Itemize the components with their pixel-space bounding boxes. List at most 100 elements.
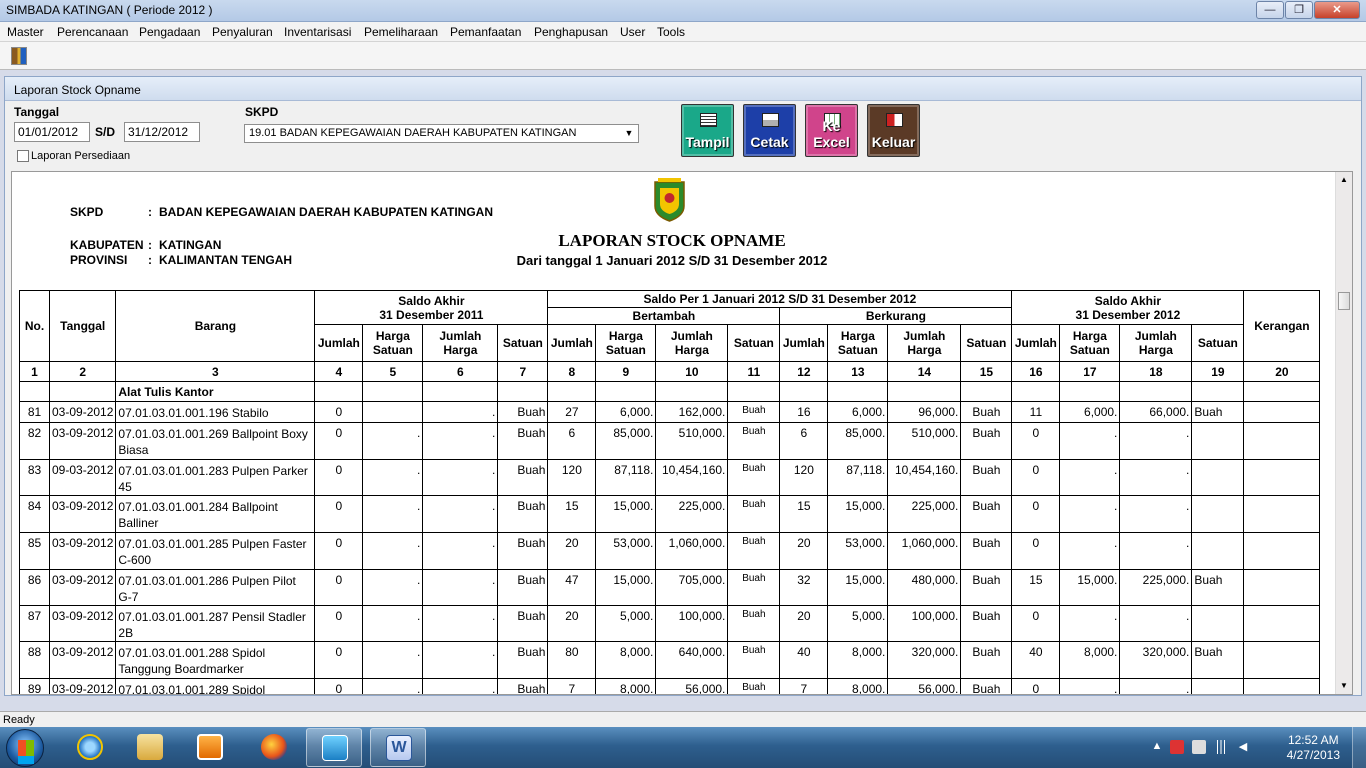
cell-aj: 0 — [314, 532, 364, 570]
scroll-up-icon[interactable]: ▲ — [1336, 172, 1352, 188]
cell-tgl: 03-09-2012 — [48, 422, 117, 460]
report-preview[interactable]: SKPD : BADAN KEPEGAWAIAN DAERAH KABUPATE… — [11, 171, 1353, 695]
cell-ah: . — [362, 459, 424, 496]
cell-ajh: . — [422, 532, 499, 570]
column-number: 16 — [1011, 361, 1061, 382]
th-jumlah-harga-line: Jumlah — [903, 329, 946, 343]
device-icon[interactable] — [1192, 740, 1206, 754]
exit-door-icon[interactable] — [11, 47, 27, 65]
th-harga-satuan-line: Harga — [1072, 329, 1107, 343]
close-button[interactable]: ✕ — [1314, 1, 1360, 19]
cell-bs: Buah — [727, 569, 781, 606]
cell-ajh: . — [422, 422, 499, 460]
menu-master[interactable]: Master — [7, 25, 44, 39]
cell-ks: Buah — [960, 422, 1013, 460]
cell-as: Buah — [497, 532, 549, 570]
th-jumlah: Jumlah — [1011, 324, 1061, 362]
column-number: 3 — [115, 361, 316, 382]
skpd-select[interactable]: 19.01 BADAN KEPEGAWAIAN DAERAH KABUPATEN… — [244, 124, 639, 143]
keluar-button[interactable]: Keluar — [867, 104, 920, 157]
menu-penyaluran[interactable]: Penyaluran — [212, 25, 273, 39]
menu-tools[interactable]: Tools — [657, 25, 685, 39]
cell-kerangan — [1243, 569, 1321, 606]
menu-user[interactable]: User — [620, 25, 645, 39]
excel-button[interactable]: Ke Excel — [805, 104, 858, 157]
menu-pengadaan[interactable]: Pengadaan — [139, 25, 200, 39]
window-titlebar: SIMBADA KATINGAN ( Periode 2012 ) — ❐ ✕ — [0, 0, 1366, 22]
minimize-button[interactable]: — — [1256, 1, 1284, 19]
th-kerangan: Kerangan — [1243, 290, 1321, 362]
taskbar-explorer[interactable] — [122, 728, 178, 767]
date-from-input[interactable]: 01/01/2012 — [14, 122, 90, 142]
cell-kj: 6 — [779, 422, 829, 460]
tampil-button[interactable]: Tampil — [681, 104, 734, 157]
menu-inventarisasi[interactable]: Inventarisasi — [284, 25, 351, 39]
cell-ss — [1191, 605, 1245, 642]
cell-sh: . — [1059, 605, 1121, 642]
cell-ss: Buah — [1191, 569, 1245, 606]
show-desktop-button[interactable] — [1352, 727, 1366, 768]
cell-sh: . — [1059, 532, 1121, 570]
cell-bs: Buah — [727, 401, 781, 423]
cell-bs: Buah — [727, 532, 781, 570]
cell-ss — [1191, 495, 1245, 533]
vertical-scrollbar[interactable]: ▲ ▼ — [1335, 172, 1352, 694]
clock[interactable]: 12:52 AM 4/27/2013 — [1287, 733, 1340, 763]
cell-kode: 07.01.03.01.001.284 — [118, 500, 229, 514]
cell-bh: 53,000. — [595, 532, 657, 570]
cell-bs: Buah — [727, 641, 781, 679]
th-jumlah-harga-line: Jumlah — [439, 329, 482, 343]
cell-sh: 6,000. — [1059, 401, 1121, 423]
cell-barang: 07.01.03.01.001.285 Pulpen Faster C-600 — [115, 532, 316, 570]
cell-tgl: 03-09-2012 — [48, 678, 117, 694]
cell-aj: 0 — [314, 459, 364, 496]
volume-icon[interactable]: ◀ — [1236, 740, 1250, 754]
cell-bh: 8,000. — [595, 678, 657, 694]
th-harga-satuan-line: Satuan — [372, 343, 413, 357]
menu-penghapusan[interactable]: Penghapusan — [534, 25, 608, 39]
taskbar-firefox[interactable] — [246, 728, 302, 767]
colon-label: : — [148, 205, 152, 219]
cell-sj: 0 — [1011, 459, 1061, 496]
menu-perencanaan[interactable]: Perencanaan — [57, 25, 128, 39]
th-jumlah: Jumlah — [547, 324, 597, 362]
column-number: 6 — [422, 361, 499, 382]
cell-kh: 53,000. — [827, 532, 889, 570]
cell-barang: 07.01.03.01.001.288 Spidol Tanggung Boar… — [115, 641, 316, 679]
menu-pemeliharaan[interactable]: Pemeliharaan — [364, 25, 438, 39]
th-saldo-awal: Saldo Akhir 31 Desember 2011 — [314, 290, 549, 325]
scroll-down-icon[interactable]: ▼ — [1336, 678, 1352, 694]
cell-kode: 07.01.03.01.001.289 — [118, 683, 229, 695]
taskbar-simbada[interactable] — [306, 728, 362, 767]
taskbar-word[interactable]: W — [370, 728, 426, 767]
cell-bs: Buah — [727, 605, 781, 642]
cell-kj: 20 — [779, 532, 829, 570]
maximize-button[interactable]: ❐ — [1285, 1, 1313, 19]
taskbar-media[interactable] — [182, 728, 238, 767]
skpd-label: SKPD — [245, 105, 279, 119]
th-jumlah: Jumlah — [779, 324, 829, 362]
start-button[interactable] — [6, 729, 44, 767]
th-periode: Saldo Per 1 Januari 2012 S/D 31 Desember… — [547, 290, 1013, 308]
tanggal-label: Tanggal — [14, 105, 60, 119]
cetak-button[interactable]: Cetak — [743, 104, 796, 157]
cell-ah: . — [362, 605, 424, 642]
th-satuan: Satuan — [497, 324, 549, 362]
show-hidden-icons-icon[interactable]: ▲ — [1150, 740, 1164, 754]
table-row: 86 03-09-2012 07.01.03.01.001.286 Pulpen P… — [19, 569, 1321, 606]
cell-kj: 40 — [779, 641, 829, 679]
network-icon[interactable] — [1214, 740, 1228, 754]
table-row: 81 03-09-2012 07.01.03.01.001.196 Stabilo 0… — [19, 401, 1321, 423]
cell-kode: 07.01.03.01.001.288 — [118, 646, 229, 660]
date-to-input[interactable]: 31/12/2012 — [124, 122, 200, 142]
action-center-icon[interactable] — [1170, 740, 1184, 754]
scroll-thumb[interactable] — [1338, 292, 1350, 310]
cell-bjh: 162,000. — [655, 401, 729, 423]
chevron-down-icon[interactable]: ▼ — [622, 126, 636, 141]
menu-pemanfaatan[interactable]: Pemanfaatan — [450, 25, 521, 39]
cell-ss: Buah — [1191, 641, 1245, 679]
cell-ah — [362, 401, 424, 423]
taskbar-ie[interactable] — [62, 728, 118, 767]
cell-bj: 80 — [547, 641, 597, 679]
laporan-persediaan-checkbox[interactable] — [17, 150, 29, 162]
